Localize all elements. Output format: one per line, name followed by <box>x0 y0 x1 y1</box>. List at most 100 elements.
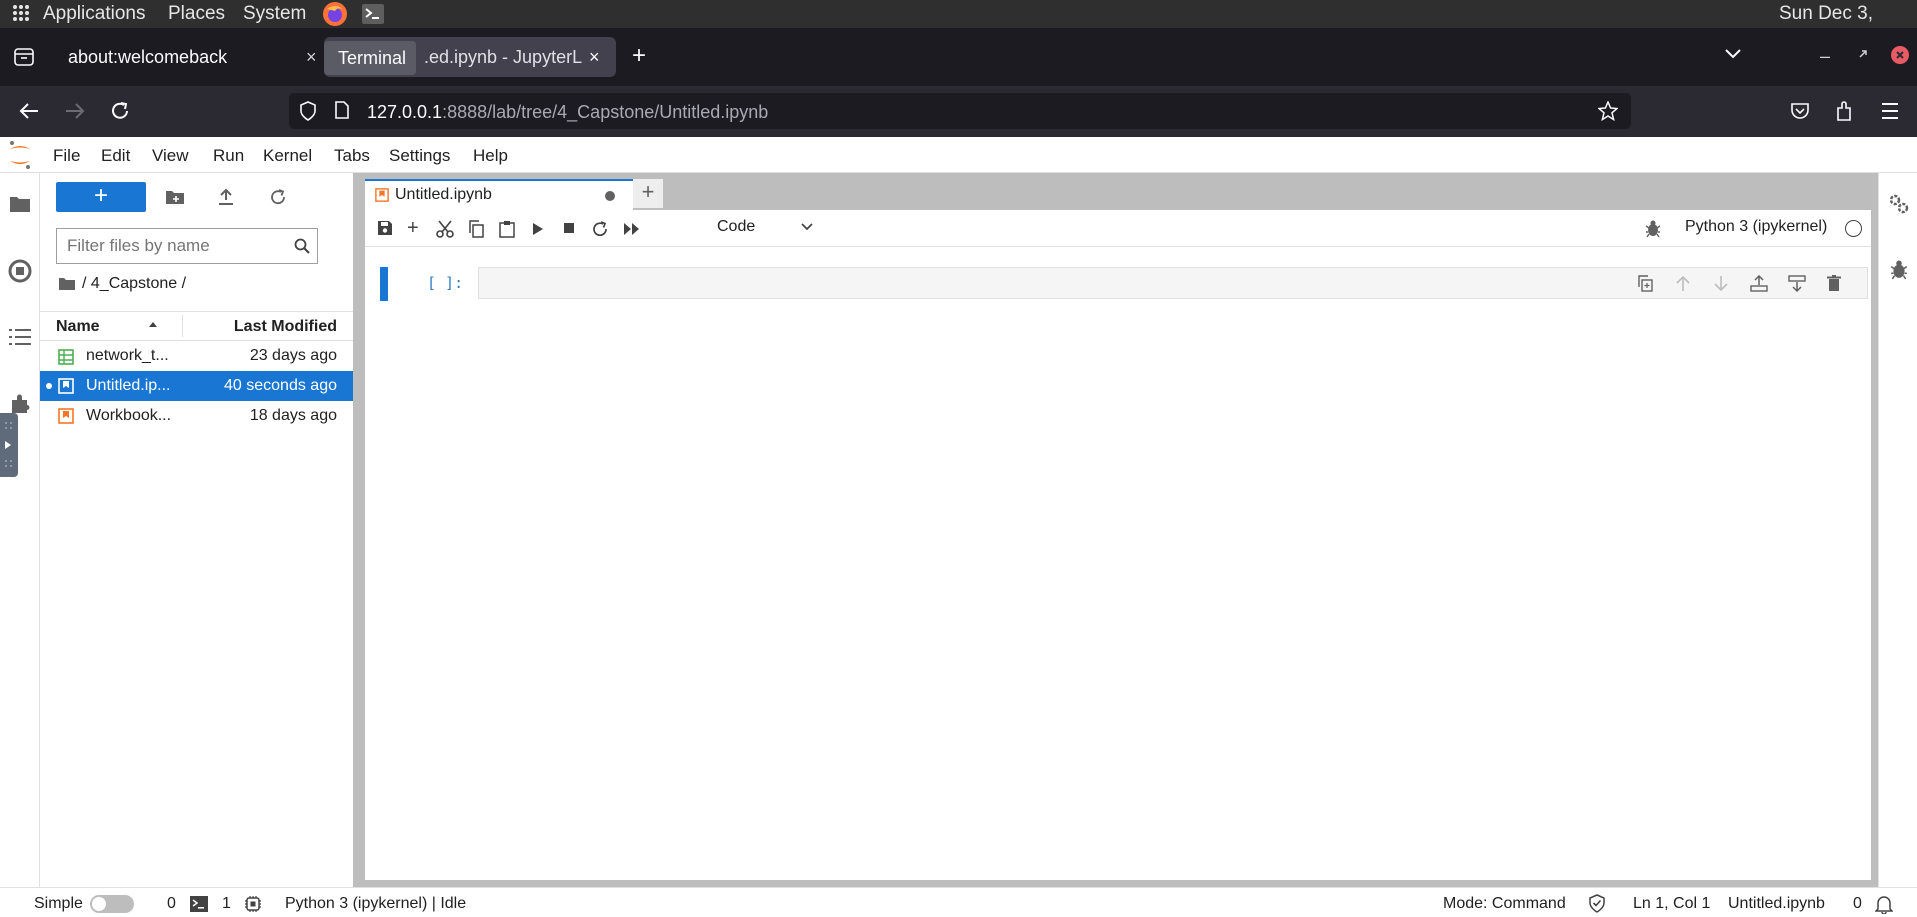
cursor-position[interactable]: Ln 1, Col 1 <box>1633 895 1710 913</box>
file-row-workbook[interactable]: Workbook... 18 days ago <box>40 401 353 431</box>
file-browser-panel: + / 4_Capstone / Name Last Modified netw… <box>40 173 353 887</box>
notebook-toolbar: + Code Python 3 (ipykernel) <box>365 210 1871 247</box>
column-name-header[interactable]: Name <box>56 318 100 336</box>
menu-kernel[interactable]: Kernel <box>263 146 312 166</box>
main-dock-area: Untitled.ipynb + + Code Python 3 (ipyker… <box>358 173 1878 887</box>
menu-run[interactable]: Run <box>213 146 244 166</box>
restart-run-all-icon[interactable] <box>623 222 641 236</box>
app-menu-hamburger-icon[interactable] <box>1880 102 1900 120</box>
close-tab-icon[interactable]: × <box>589 47 600 68</box>
url-text[interactable]: 127.0.0.1:8888/lab/tree/4_Capstone/Untit… <box>367 102 768 123</box>
new-tab-button[interactable]: + <box>632 44 646 68</box>
tracking-protection-shield-icon[interactable] <box>299 101 317 121</box>
places-menu[interactable]: Places <box>168 2 225 26</box>
insert-below-icon[interactable] <box>1788 275 1806 292</box>
new-folder-icon[interactable] <box>165 189 185 205</box>
menu-tabs[interactable]: Tabs <box>334 146 370 166</box>
terminal-launcher-icon[interactable] <box>361 2 385 26</box>
extension-manager-puzzle-icon[interactable] <box>9 393 31 415</box>
bookmark-star-icon[interactable] <box>1598 101 1618 121</box>
file-browser-folder-icon[interactable] <box>9 195 31 213</box>
tab-untitled-notebook[interactable]: Untitled.ipynb <box>365 179 633 210</box>
side-drag-handle[interactable] <box>0 413 18 477</box>
insert-cell-icon[interactable]: + <box>407 217 419 240</box>
cell-input-editor[interactable] <box>478 267 1868 299</box>
reload-icon[interactable] <box>109 100 131 122</box>
insert-above-icon[interactable] <box>1750 275 1768 292</box>
menu-help[interactable]: Help <box>473 146 508 166</box>
menu-settings[interactable]: Settings <box>389 146 450 166</box>
run-cell-icon[interactable] <box>532 222 544 236</box>
firefox-view-icon[interactable] <box>14 48 34 66</box>
filter-files-field[interactable] <box>56 228 318 264</box>
duplicate-cell-icon[interactable] <box>1637 275 1653 292</box>
url-bar[interactable]: 127.0.0.1:8888/lab/tree/4_Capstone/Untit… <box>289 93 1631 129</box>
simple-mode-toggle[interactable] <box>90 895 134 913</box>
browser-tab-welcomeback[interactable]: about:welcomeback × <box>50 37 322 77</box>
page-info-icon[interactable] <box>335 101 349 119</box>
extensions-icon[interactable] <box>1834 100 1854 122</box>
paste-icon[interactable] <box>499 220 515 238</box>
running-sessions-icon[interactable] <box>8 259 32 283</box>
copy-icon[interactable] <box>468 220 484 238</box>
cut-icon[interactable] <box>436 220 454 238</box>
column-modified-header[interactable]: Last Modified <box>234 318 337 336</box>
file-row-untitled[interactable]: Untitled.ip... 40 seconds ago <box>40 371 353 401</box>
browser-tab-strip: about:welcomeback × .ed.ipynb - JupyterL… <box>0 28 1917 86</box>
kernels-count[interactable]: 1 <box>222 895 231 913</box>
property-inspector-gears-icon[interactable] <box>1888 193 1910 215</box>
trusted-shield-icon[interactable] <box>1589 894 1605 913</box>
cell-type-select[interactable]: Code <box>717 218 755 236</box>
browser-nav-bar: 127.0.0.1:8888/lab/tree/4_Capstone/Untit… <box>0 86 1917 137</box>
kernel-name[interactable]: Python 3 (ipykernel) <box>1685 218 1827 236</box>
menu-edit[interactable]: Edit <box>101 146 130 166</box>
upload-icon[interactable] <box>218 188 234 206</box>
file-row-network[interactable]: network_t... 23 days ago <box>40 341 353 371</box>
sort-ascending-icon[interactable] <box>148 320 158 328</box>
kernel-chip-icon[interactable] <box>244 895 262 913</box>
notebook-mode[interactable]: Mode: Command <box>1443 895 1566 913</box>
filter-files-input[interactable] <box>67 235 287 257</box>
notifications-bell-icon[interactable] <box>1875 894 1893 914</box>
new-launcher-button[interactable]: + <box>56 182 146 212</box>
add-tab-button[interactable]: + <box>633 179 663 208</box>
system-menu[interactable]: System <box>243 2 306 26</box>
list-all-tabs-icon[interactable] <box>1724 48 1742 60</box>
home-folder-icon[interactable] <box>58 277 76 291</box>
close-tab-icon[interactable]: × <box>306 47 317 68</box>
applications-menu[interactable]: Applications <box>43 2 145 26</box>
menu-view[interactable]: View <box>152 146 189 166</box>
restore-window-icon[interactable] <box>1857 48 1869 60</box>
debugger-bug-icon[interactable] <box>1645 220 1661 238</box>
debugger-bug-icon[interactable] <box>1890 260 1908 280</box>
firefox-launcher-icon[interactable] <box>322 1 348 27</box>
move-up-icon[interactable] <box>1676 275 1690 292</box>
code-cell[interactable]: [ ]: <box>380 266 1868 306</box>
terminal-icon[interactable] <box>190 896 208 912</box>
interrupt-kernel-icon[interactable] <box>563 222 575 234</box>
url-path: :8888/lab/tree/4_Capstone/Untitled.ipynb <box>442 102 769 122</box>
chevron-down-icon[interactable] <box>801 223 813 231</box>
pocket-icon[interactable] <box>1790 101 1810 121</box>
table-of-contents-icon[interactable] <box>9 328 31 346</box>
forward-icon[interactable] <box>64 101 86 121</box>
restart-kernel-icon[interactable] <box>591 220 609 238</box>
terminals-count[interactable]: 0 <box>167 895 176 913</box>
apps-grid-icon[interactable] <box>12 4 30 22</box>
close-window-icon[interactable] <box>1891 46 1909 64</box>
refresh-icon[interactable] <box>269 188 287 206</box>
menu-file[interactable]: File <box>53 146 80 166</box>
move-down-icon[interactable] <box>1714 275 1728 292</box>
delete-cell-trash-icon[interactable] <box>1827 275 1841 292</box>
save-icon[interactable] <box>377 220 393 236</box>
breadcrumb-path[interactable]: / 4_Capstone / <box>82 275 186 293</box>
minimize-window-icon[interactable]: – <box>1820 46 1830 67</box>
kernel-status-text[interactable]: Python 3 (ipykernel) | Idle <box>285 895 466 913</box>
column-divider[interactable] <box>182 315 183 337</box>
notifications-count[interactable]: 0 <box>1853 895 1862 913</box>
notebook-file-icon <box>58 378 74 394</box>
unsaved-dot-icon[interactable] <box>605 191 615 201</box>
file-name: Untitled.ip... <box>86 377 171 394</box>
terminal-window-tooltip: Terminal <box>324 41 416 75</box>
back-icon[interactable] <box>18 101 40 121</box>
